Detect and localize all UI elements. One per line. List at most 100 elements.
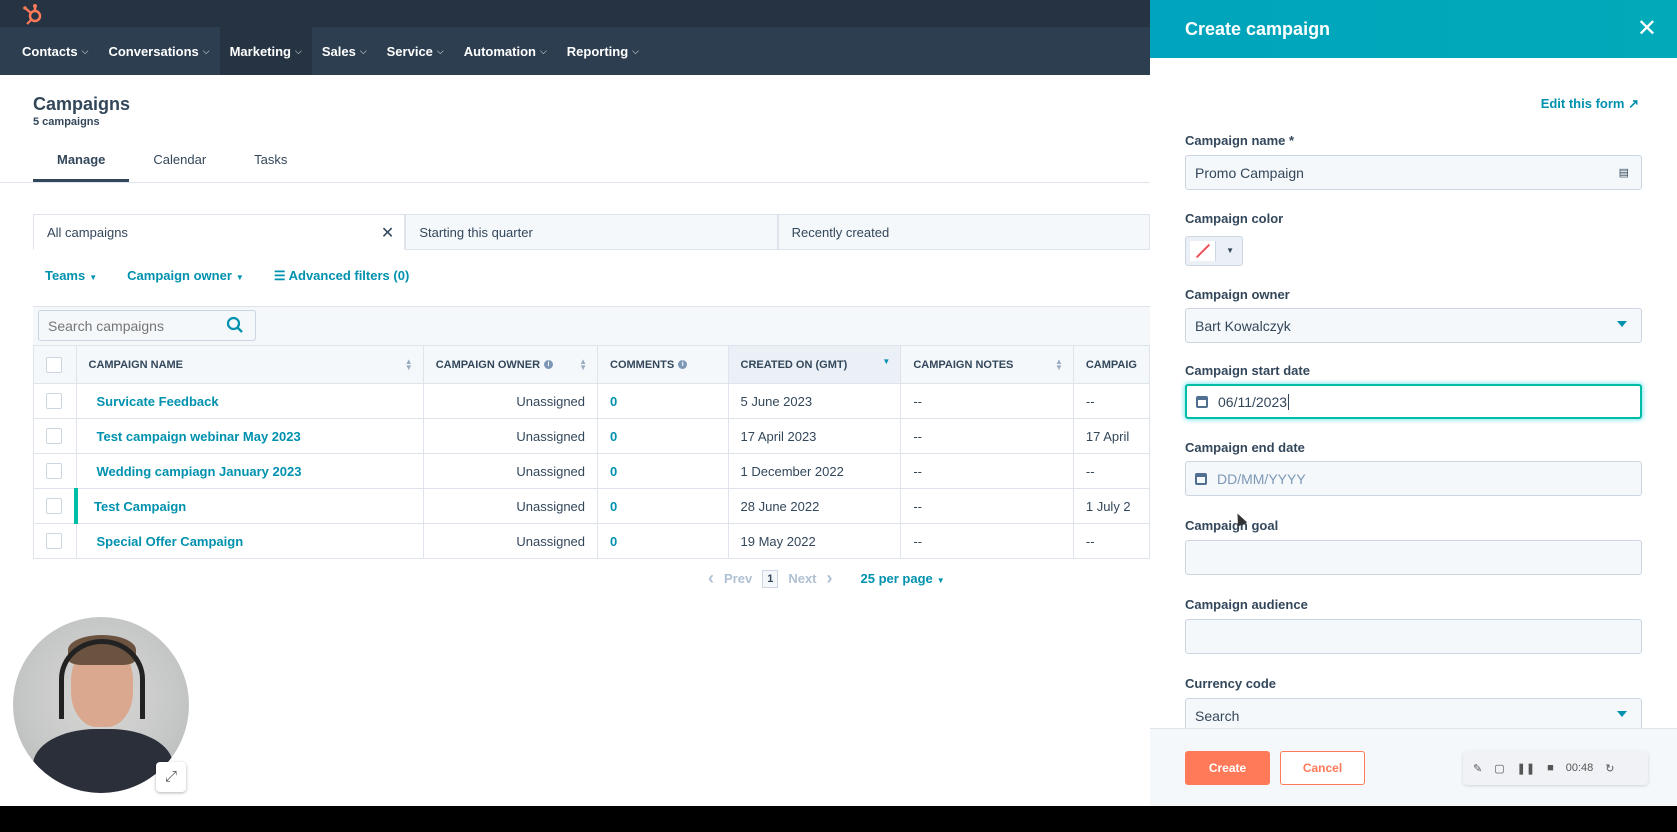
panel-title: Create campaign — [1185, 19, 1331, 39]
tab-manage[interactable]: Manage — [33, 140, 130, 183]
comments-count-link[interactable]: 0 — [597, 453, 729, 489]
restart-icon[interactable]: ↻ — [1605, 762, 1614, 775]
note-icon[interactable]: ▢ — [1494, 762, 1504, 775]
row-checkbox[interactable] — [46, 498, 62, 515]
row-checkbox[interactable] — [46, 428, 62, 445]
campaign-goal-input[interactable] — [1185, 540, 1642, 575]
nav-label: Marketing — [229, 43, 291, 59]
campaign-color-picker[interactable]: ▼ — [1185, 236, 1243, 266]
close-icon[interactable]: ✕ — [381, 223, 394, 243]
extra-cell: -- — [1072, 383, 1151, 419]
notes-cell: -- — [900, 523, 1074, 559]
main-nav: Contacts ⌵ Conversations ⌵ Marketing ⌵ Sale… — [0, 27, 1150, 75]
headset-icon — [59, 639, 145, 719]
nav-service[interactable]: Service ⌵ — [377, 27, 454, 75]
col-comments[interactable]: COMMENTS i — [597, 345, 729, 384]
comments-count-link[interactable]: 0 — [597, 523, 729, 559]
row-checkbox[interactable] — [46, 463, 62, 480]
header-label: COMMENTS — [610, 358, 675, 371]
view-tab-recently-created[interactable]: Recently created — [777, 214, 1150, 250]
close-icon[interactable]: ✕ — [1637, 14, 1657, 43]
edit-form-link[interactable]: Edit this form ↗ — [1541, 96, 1639, 112]
nav-reporting[interactable]: Reporting ⌵ — [557, 27, 649, 75]
campaign-end-date-input[interactable]: DD/MM/YYYY — [1185, 461, 1642, 496]
info-icon: i — [544, 360, 554, 370]
campaign-start-date-input[interactable]: 06/11/2023 — [1185, 384, 1642, 419]
campaign-count: 5 campaigns — [33, 116, 100, 128]
comments-count-link[interactable]: 0 — [597, 383, 729, 419]
campaign-goal-label: Campaign goal — [1185, 518, 1279, 533]
select-all-checkbox[interactable] — [46, 356, 62, 373]
search-input[interactable] — [38, 310, 256, 341]
caret-down-icon: ▼ — [89, 273, 98, 282]
nav-automation[interactable]: Automation ⌵ — [454, 27, 557, 75]
header-label: CAMPAIGN OWNER — [435, 358, 541, 371]
col-created-on[interactable]: CREATED ON (GMT) ▼ — [727, 345, 902, 384]
col-campaign-owner[interactable]: CAMPAIGN OWNER i ▲ ▼ — [422, 345, 599, 384]
header-label: CAMPAIGN NOTES — [913, 358, 1014, 371]
campaign-name-link[interactable]: Wedding campiagn January 2023 — [75, 453, 424, 489]
col-campaign-extra[interactable]: CAMPAIG — [1072, 345, 1151, 384]
comments-count-link[interactable]: 0 — [597, 488, 729, 524]
chevron-down-icon: ⌵ — [202, 45, 210, 56]
col-campaign-name[interactable]: CAMPAIGN NAME ▲ ▼ — [75, 345, 424, 384]
view-tab-label: All campaigns — [47, 224, 128, 240]
created-on-cell: 1 December 2022 — [727, 453, 902, 489]
tab-calendar[interactable]: Calendar — [129, 140, 230, 183]
view-tab-label: Starting this quarter — [419, 224, 533, 240]
next-page-link[interactable]: Next — [788, 571, 816, 586]
current-page[interactable]: 1 — [762, 569, 779, 588]
nav-sales[interactable]: Sales ⌵ — [312, 27, 377, 75]
next-chevron-icon[interactable]: › — [827, 568, 833, 589]
table-row: Wedding campiagn January 2023 Unassigned… — [33, 453, 1151, 489]
create-button[interactable]: Create — [1185, 751, 1270, 785]
campaign-audience-input[interactable] — [1185, 619, 1642, 654]
campaign-name-label: Campaign name * — [1185, 133, 1295, 148]
chevron-down-icon: ⌵ — [81, 45, 89, 56]
notes-cell: -- — [900, 488, 1074, 524]
campaign-name-link[interactable]: Test Campaign — [73, 488, 424, 524]
prev-chevron-icon[interactable]: ‹ — [708, 568, 714, 589]
nav-conversations[interactable]: Conversations ⌵ — [98, 27, 219, 75]
panel-body: Edit this form ↗ Campaign name * Promo C… — [1150, 58, 1677, 728]
calendar-icon — [1196, 395, 1208, 408]
expand-icon[interactable]: ⤢ — [156, 762, 186, 792]
cancel-button[interactable]: Cancel — [1280, 751, 1365, 785]
tab-tasks[interactable]: Tasks — [230, 140, 311, 183]
pencil-icon[interactable]: ✎ — [1473, 762, 1482, 775]
hubspot-logo-icon[interactable] — [22, 3, 44, 25]
campaign-name-link[interactable]: Survicate Feedback — [75, 383, 424, 419]
view-tab-all-campaigns[interactable]: All campaigns ✕ — [33, 214, 406, 250]
prev-page-link[interactable]: Prev — [724, 571, 752, 586]
table-row: Survicate Feedback Unassigned 0 5 June 2… — [33, 383, 1151, 419]
col-campaign-notes[interactable]: CAMPAIGN NOTES ▲ ▼ — [900, 345, 1074, 384]
advanced-filters-button[interactable]: ☰ Advanced filters (0) — [274, 268, 409, 284]
stop-icon[interactable]: ■ — [1547, 762, 1554, 774]
caret-down-icon — [1617, 321, 1627, 327]
campaign-owner-select[interactable]: Bart Kowalczyk — [1185, 308, 1642, 343]
sliders-icon: ☰ — [273, 268, 289, 283]
campaign-name-link[interactable]: Test campaign webinar May 2023 — [75, 418, 424, 454]
extra-cell: -- — [1072, 453, 1151, 489]
campaign-name-link[interactable]: Special Offer Campaign — [75, 523, 424, 559]
teams-filter[interactable]: Teams ▼ — [45, 268, 97, 284]
row-checkbox[interactable] — [46, 533, 62, 550]
pause-icon[interactable]: ❚❚ — [1517, 762, 1535, 775]
campaign-owner-filter[interactable]: Campaign owner ▼ — [127, 268, 244, 284]
comments-count-link[interactable]: 0 — [597, 418, 729, 454]
campaign-end-date-label: Campaign end date — [1185, 440, 1305, 455]
view-tab-starting-this-quarter[interactable]: Starting this quarter — [405, 214, 778, 250]
select-all-cell — [33, 345, 77, 384]
row-select-cell — [33, 383, 77, 419]
advanced-filters-label: Advanced filters (0) — [288, 268, 410, 283]
info-icon: i — [678, 360, 688, 370]
per-page-dropdown[interactable]: 25 per page ▼ — [861, 571, 945, 586]
currency-code-select[interactable]: Search — [1185, 698, 1642, 728]
campaign-owner-label: Campaign owner — [1185, 287, 1290, 302]
campaign-name-input[interactable]: Promo Campaign ▤ — [1185, 155, 1642, 190]
nav-contacts[interactable]: Contacts ⌵ — [12, 27, 98, 75]
pagination: ‹ Prev 1 Next › 25 per page ▼ — [708, 568, 945, 589]
nav-marketing[interactable]: Marketing ⌵ — [219, 27, 312, 75]
row-checkbox[interactable] — [46, 393, 62, 410]
search-icon[interactable] — [226, 316, 244, 334]
